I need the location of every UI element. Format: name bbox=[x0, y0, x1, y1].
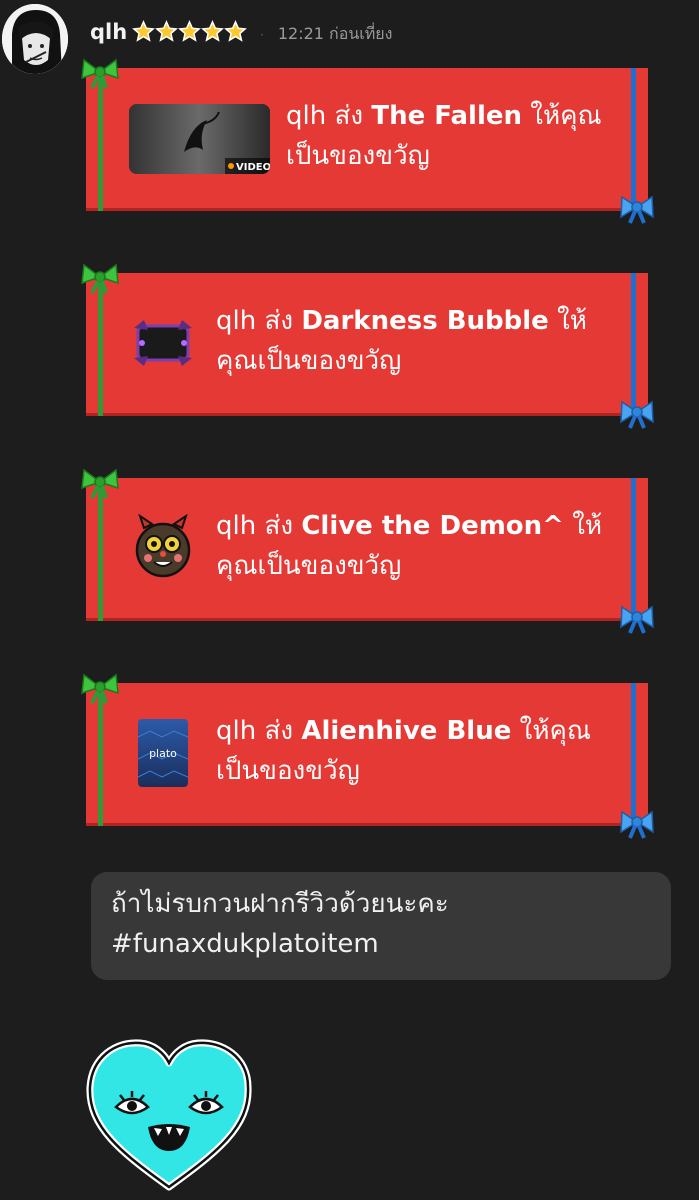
gift-line-2: คุณเป็นของขวัญ bbox=[216, 346, 402, 376]
gift-thumbnail-demon[interactable] bbox=[130, 513, 196, 580]
star-icon bbox=[132, 20, 155, 42]
gift-line-2: คุณเป็นของขวัญ bbox=[216, 551, 402, 581]
gift-item-name: Darkness Bubble bbox=[301, 306, 549, 336]
blue-bow-icon bbox=[618, 191, 656, 225]
gift-text: qlh ส่ง Clive the Demon^ ให้คุณเป็นของขว… bbox=[216, 506, 616, 586]
gift-verb: ส่ง bbox=[264, 511, 294, 541]
blue-bow-icon bbox=[618, 396, 656, 430]
gift-sender: qlh bbox=[216, 511, 257, 541]
ribbon-right bbox=[631, 478, 636, 621]
message-bubble[interactable]: ถ้าไม่รบกวนฝากรีวิวด้วยนะคะ #funaxdukpla… bbox=[91, 872, 671, 980]
gift-line-2: เป็นของขวัญ bbox=[216, 756, 360, 786]
gift-thumbnail-bubble[interactable] bbox=[132, 318, 194, 368]
star-icon bbox=[178, 20, 201, 42]
gift-verb: ส่ง bbox=[334, 101, 364, 131]
gift-line-2: เป็นของขวัญ bbox=[286, 141, 430, 171]
gift-text: qlh ส่ง Darkness Bubble ให้คุณเป็นของขวั… bbox=[216, 301, 616, 381]
green-bow-icon bbox=[80, 56, 120, 90]
message-timestamp: · 12:21 ก่อนเที่ยง bbox=[260, 22, 392, 47]
gift-card[interactable]: qlh ส่ง Clive the Demon^ ให้คุณเป็นของขว… bbox=[81, 468, 654, 634]
gift-suffix: ให้ bbox=[572, 511, 603, 541]
plato-label: plato bbox=[149, 747, 177, 760]
message-text: ถ้าไม่รบกวนฝากรีวิวด้วยนะคะ #funaxdukpla… bbox=[111, 884, 651, 964]
star-icon bbox=[224, 20, 247, 42]
user-level-stars bbox=[132, 20, 247, 46]
gift-item-name: Clive the Demon^ bbox=[301, 511, 564, 541]
gift-suffix: ให้ bbox=[557, 306, 587, 336]
gift-card[interactable]: qlh ส่ง Darkness Bubble ให้คุณเป็นของขวั… bbox=[81, 263, 654, 429]
green-bow-icon bbox=[80, 466, 120, 500]
gift-text: qlh ส่ง The Fallen ให้คุณเป็นของขวัญ bbox=[286, 96, 616, 176]
gift-sender: qlh bbox=[216, 716, 257, 746]
heart-sticker[interactable] bbox=[82, 1035, 257, 1195]
star-icon bbox=[201, 20, 224, 42]
ribbon-right bbox=[631, 273, 636, 416]
gift-item-name: Alienhive Blue bbox=[301, 716, 512, 746]
divider-dot-icon: · bbox=[260, 28, 264, 42]
gift-sender: qlh bbox=[286, 101, 327, 131]
green-bow-icon bbox=[80, 671, 120, 705]
gift-verb: ส่ง bbox=[264, 306, 294, 336]
gift-sender: qlh bbox=[216, 306, 257, 336]
message-hashtag[interactable]: #funaxdukplatoitem bbox=[111, 924, 651, 964]
blue-bow-icon bbox=[618, 806, 656, 840]
timestamp-text: 12:21 ก่อนเที่ยง bbox=[277, 24, 393, 43]
blue-bow-icon bbox=[618, 601, 656, 635]
gift-thumbnail-video[interactable]: VIDEO bbox=[129, 104, 270, 174]
message-line-1: ถ้าไม่รบกวนฝากรีวิวด้วยนะคะ bbox=[111, 889, 449, 919]
gift-card[interactable]: plato qlh ส่ง Alienhive Blue ให้คุณเป็นขอ… bbox=[81, 673, 654, 839]
username[interactable]: qlh bbox=[90, 20, 127, 44]
user-avatar[interactable] bbox=[2, 4, 68, 74]
gift-item-name: The Fallen bbox=[371, 101, 523, 131]
ribbon-right bbox=[631, 683, 636, 826]
green-bow-icon bbox=[80, 261, 120, 295]
gift-suffix: ให้คุณ bbox=[519, 716, 591, 746]
star-icon bbox=[155, 20, 178, 42]
ribbon-right bbox=[631, 68, 636, 211]
gift-thumbnail-plato[interactable]: plato bbox=[137, 719, 189, 787]
gift-suffix: ให้คุณ bbox=[530, 101, 602, 131]
gift-verb: ส่ง bbox=[264, 716, 294, 746]
video-badge-label: VIDEO bbox=[236, 162, 270, 173]
gift-card[interactable]: VIDEO qlh ส่ง The Fallen ให้คุณเป็นของขวั… bbox=[81, 58, 654, 224]
gift-text: qlh ส่ง Alienhive Blue ให้คุณเป็นของขวัญ bbox=[216, 711, 616, 791]
